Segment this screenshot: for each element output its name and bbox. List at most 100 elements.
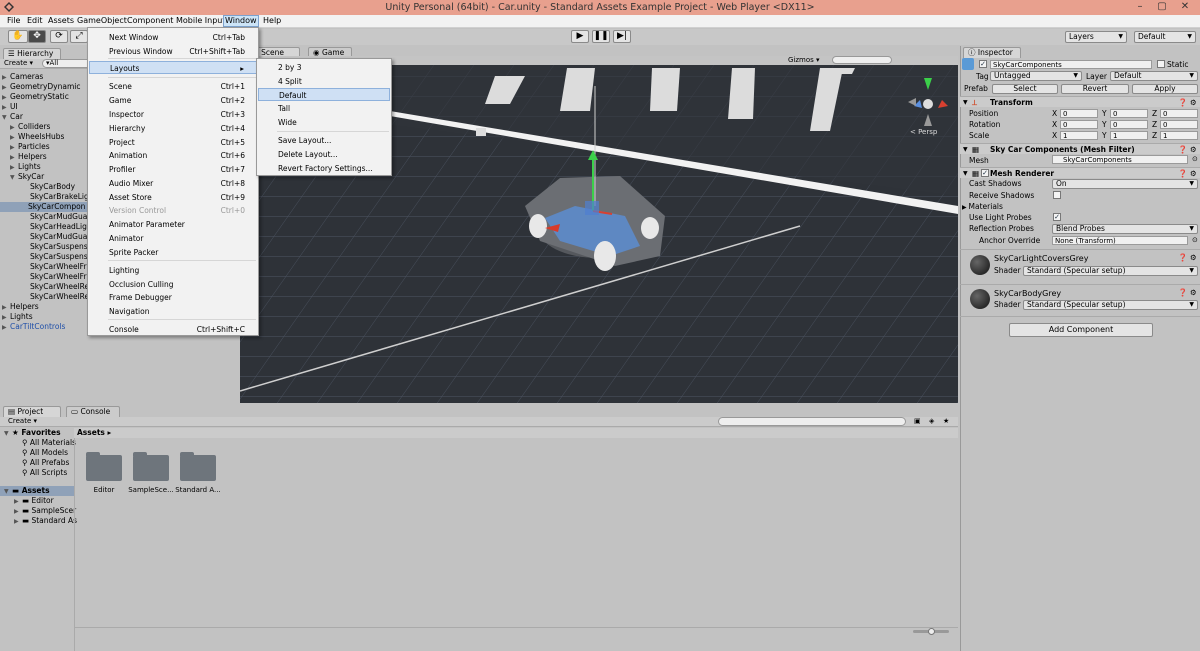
help-icon[interactable]: ❓ xyxy=(1178,168,1187,179)
list-item[interactable]: ▶ ▬ Editor xyxy=(4,496,77,506)
position-z-input[interactable]: 0 xyxy=(1160,109,1198,118)
receive-shadows-checkbox[interactable] xyxy=(1053,191,1061,199)
list-item[interactable]: SkyCarHeadLig xyxy=(2,222,89,232)
active-checkbox[interactable]: ✓ xyxy=(979,60,987,68)
menu-mobile-input[interactable]: Mobile Input xyxy=(174,16,228,27)
list-item[interactable]: SkyCarMudGua xyxy=(2,232,89,242)
folder-icon[interactable] xyxy=(180,452,216,481)
favorites-header[interactable]: ▼ ★ Favorites xyxy=(4,428,77,438)
menu-item-asset-store[interactable]: Asset Store Ctrl+9 xyxy=(89,191,257,204)
tab-hierarchy[interactable]: ☰ Hierarchy xyxy=(3,48,61,59)
layout-item-2-by-3[interactable]: 2 by 3 xyxy=(258,61,390,74)
tab-inspector[interactable]: ⓘ Inspector xyxy=(963,47,1021,58)
menu-component[interactable]: Component xyxy=(125,16,175,27)
list-item[interactable]: ▶ Helpers xyxy=(2,302,89,312)
list-item[interactable]: SkyCarSuspens xyxy=(2,252,89,262)
reflection-probes-dropdown[interactable]: Blend Probes ▼ xyxy=(1052,224,1198,234)
layout-item-default[interactable]: Default xyxy=(258,88,390,101)
pause-button[interactable]: ❚❚ xyxy=(592,30,610,43)
step-button[interactable]: ▶| xyxy=(613,30,631,43)
list-item[interactable]: SkyCarBrakeLig xyxy=(2,192,89,202)
menu-assets[interactable]: Assets xyxy=(46,16,76,27)
list-item[interactable]: ▶ ▬ SampleScer xyxy=(4,506,77,516)
menu-item-game[interactable]: Game Ctrl+2 xyxy=(89,94,257,107)
list-item[interactable]: ▶ ▬ Standard As xyxy=(4,516,77,526)
star-icon[interactable]: ★ xyxy=(943,417,949,425)
scale-tool-button[interactable]: ⤢ xyxy=(70,30,88,43)
position-y-input[interactable]: 0 xyxy=(1110,109,1148,118)
list-item[interactable]: ⚲ All Models xyxy=(4,448,77,458)
scale-z-input[interactable]: 1 xyxy=(1160,131,1198,140)
rotate-tool-button[interactable]: ⟳ xyxy=(50,30,68,43)
shader-dropdown[interactable]: Standard (Specular setup) ▼ xyxy=(1023,300,1198,310)
list-item[interactable]: ▶ Lights xyxy=(2,162,89,172)
scale-x-input[interactable]: 1 xyxy=(1060,131,1098,140)
add-component-button[interactable]: Add Component xyxy=(1009,323,1153,337)
menu-help[interactable]: Help xyxy=(261,16,283,27)
list-item[interactable]: SkyCarWheelRe xyxy=(2,292,89,302)
list-item[interactable]: ▶ Particles xyxy=(2,142,89,152)
list-item[interactable]: SkyCarBody xyxy=(2,182,89,192)
layer-dropdown[interactable]: Default ▼ xyxy=(1110,71,1198,81)
object-picker-icon[interactable]: ⊙ xyxy=(1192,236,1198,244)
menu-gameobject[interactable]: GameObject xyxy=(75,16,129,27)
help-icon[interactable]: ❓ xyxy=(1178,288,1187,297)
layout-item-delete-layout-[interactable]: Delete Layout... xyxy=(258,148,390,161)
list-item[interactable]: SkyCarMudGua xyxy=(2,212,89,222)
perspective-label[interactable]: < Persp xyxy=(910,128,937,136)
layout-dropdown[interactable]: Default ▼ xyxy=(1134,31,1196,43)
prefab-apply-button[interactable]: Apply xyxy=(1132,84,1198,94)
list-item[interactable]: ⚲ All Scripts xyxy=(4,468,77,478)
anchor-override-field[interactable]: None (Transform) xyxy=(1052,236,1188,245)
project-create-button[interactable]: Create ▾ xyxy=(8,417,37,425)
folder-icon[interactable] xyxy=(86,452,122,481)
cast-shadows-dropdown[interactable]: On ▼ xyxy=(1052,179,1198,189)
assets-folder[interactable]: ▼ ▬ Assets xyxy=(0,486,74,496)
layout-item-4-split[interactable]: 4 Split xyxy=(258,75,390,88)
menu-item-project[interactable]: Project Ctrl+5 xyxy=(89,136,257,149)
list-item[interactable]: SkyCarWheelFr xyxy=(2,262,89,272)
gear-icon[interactable]: ⚙ xyxy=(1190,253,1197,262)
filter-type-icon[interactable]: ▣ xyxy=(914,417,921,425)
menu-item-inspector[interactable]: Inspector Ctrl+3 xyxy=(89,108,257,121)
shader-dropdown[interactable]: Standard (Specular setup) ▼ xyxy=(1023,266,1198,276)
rotation-y-input[interactable]: 0 xyxy=(1110,120,1148,129)
scale-y-input[interactable]: 1 xyxy=(1110,131,1148,140)
list-item[interactable]: ⚲ All Prefabs xyxy=(4,458,77,468)
tab-project[interactable]: ▤ Project xyxy=(3,406,61,417)
list-item[interactable]: ▶ WheelsHubs xyxy=(2,132,89,142)
create-button[interactable]: Create ▾ xyxy=(4,59,33,67)
list-item[interactable]: ▶ Lights xyxy=(2,312,89,322)
menu-window[interactable]: Window xyxy=(223,15,259,27)
mesh-renderer-header[interactable]: ▼ ▦ ✓ Mesh Renderer ❓ ⚙ xyxy=(960,167,1200,178)
menu-item-animator-parameter[interactable]: Animator Parameter xyxy=(89,218,257,231)
menu-item-scene[interactable]: Scene Ctrl+1 xyxy=(89,80,257,93)
list-item[interactable]: ▶ Helpers xyxy=(2,152,89,162)
list-item[interactable]: ▼ Car xyxy=(2,112,89,122)
gear-icon[interactable]: ⚙ xyxy=(1190,288,1197,297)
menu-item-audio-mixer[interactable]: Audio Mixer Ctrl+8 xyxy=(89,177,257,190)
close-button[interactable]: ✕ xyxy=(1177,1,1193,12)
list-item[interactable]: SkyCarWheelFr xyxy=(2,272,89,282)
menu-file[interactable]: File xyxy=(5,16,22,27)
menu-item-layouts[interactable]: Layouts ▸ xyxy=(89,61,257,74)
help-icon[interactable]: ❓ xyxy=(1178,253,1187,262)
menu-item-profiler[interactable]: Profiler Ctrl+7 xyxy=(89,163,257,176)
static-checkbox[interactable] xyxy=(1157,60,1165,68)
folder-icon[interactable] xyxy=(133,452,169,481)
menu-item-frame-debugger[interactable]: Frame Debugger xyxy=(89,291,257,304)
prefab-revert-button[interactable]: Revert xyxy=(1061,84,1129,94)
menu-item-hierarchy[interactable]: Hierarchy Ctrl+4 xyxy=(89,122,257,135)
object-picker-icon[interactable]: ⊙ xyxy=(1192,155,1198,163)
menu-item-next-window[interactable]: Next Window Ctrl+Tab xyxy=(89,31,257,44)
menu-item-console[interactable]: Console Ctrl+Shift+C xyxy=(89,323,257,336)
materials-foldout[interactable]: ▶ Materials xyxy=(962,201,1003,212)
menu-item-occlusion-culling[interactable]: Occlusion Culling xyxy=(89,278,257,291)
tag-dropdown[interactable]: Untagged ▼ xyxy=(990,71,1082,81)
enabled-checkbox[interactable]: ✓ xyxy=(981,169,989,177)
tab-console[interactable]: ▭ Console xyxy=(66,406,120,417)
list-item[interactable]: ⚲ All Materials xyxy=(4,438,77,448)
prefab-select-button[interactable]: Select xyxy=(992,84,1058,94)
layout-item-save-layout-[interactable]: Save Layout... xyxy=(258,134,390,147)
list-item[interactable]: ▶ Cameras xyxy=(2,72,89,82)
